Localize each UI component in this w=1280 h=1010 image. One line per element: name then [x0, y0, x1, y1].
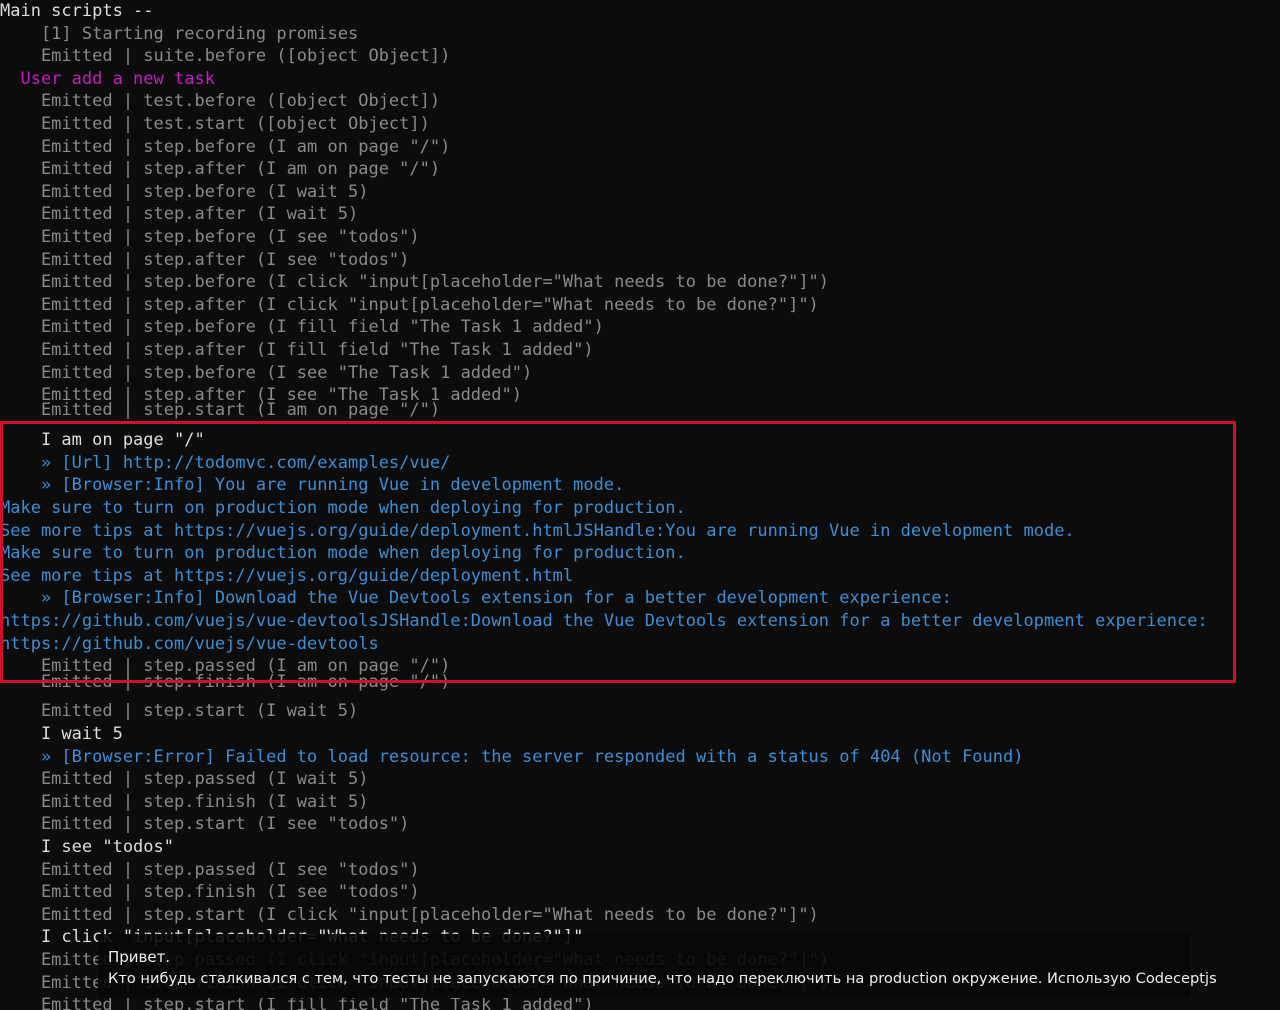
terminal-line: I wait 5	[0, 724, 123, 744]
terminal-output: Main scripts -- [1] Starting recording p…	[0, 0, 1280, 1010]
terminal-line: » [Url] http://todomvc.com/examples/vue/	[0, 452, 451, 473]
terminal-line: Emitted | step.passed (I see "todos")	[0, 859, 420, 880]
terminal-line: I see "todos"	[0, 836, 174, 857]
terminal-line: Emitted | step.finish (I wait 5)	[0, 791, 369, 812]
terminal-line: User add a new task	[0, 68, 215, 89]
terminal-line: I am on page "/"	[0, 430, 205, 451]
terminal-line: Emitted | step.after (I am on page "/")	[0, 159, 441, 180]
terminal-line: Emitted | step.finish (I am on page "/")	[0, 671, 451, 692]
terminal-line: Emitted | suite.before ([object Object])	[0, 46, 451, 67]
terminal-line: » [Browser:Info] Download the Vue Devtoo…	[0, 588, 952, 609]
message-greeting: Привет.	[108, 948, 171, 966]
terminal-line: Make sure to turn on production mode whe…	[0, 498, 686, 519]
terminal-line: Emitted | step.after (I fill field "The …	[0, 339, 594, 360]
terminal-line: Emitted | step.start (I see "todos")	[0, 814, 410, 835]
terminal-line: Main scripts --	[0, 1, 154, 21]
terminal-line: See more tips at https://vuejs.org/guide…	[0, 520, 1075, 541]
terminal-line: Emitted | test.start ([object Object])	[0, 113, 430, 134]
terminal-line: » [Browser:Error] Failed to load resourc…	[0, 746, 1024, 767]
terminal-line: Emitted | step.before (I see "The Task 1…	[0, 362, 533, 383]
terminal-line: Emitted | step.before (I click "input[pl…	[0, 272, 830, 293]
chat-message-overlay: Привет. Кто нибудь сталкивался с тем, чт…	[98, 934, 1217, 998]
terminal-line: Emitted | step.before (I see "todos")	[0, 226, 420, 247]
terminal-line: Emitted | step.after (I wait 5)	[0, 204, 359, 225]
terminal-line: Emitted | step.start (I wait 5)	[0, 701, 359, 722]
terminal-line: Emitted | step.finish (I see "todos")	[0, 882, 420, 903]
terminal-line: Emitted | step.before (I am on page "/")	[0, 136, 451, 157]
terminal-line: Make sure to turn on production mode whe…	[0, 543, 686, 564]
terminal-line: Emitted | step.start (I click "input[pla…	[0, 904, 819, 925]
terminal-line: Emitted | step.before (I fill field "The…	[0, 317, 604, 338]
terminal-line: Emitted | step.start (I am on page "/")	[0, 399, 441, 420]
message-question: Кто нибудь сталкивался с тем, что тесты …	[108, 970, 1217, 987]
terminal-line: Emitted | step.before (I wait 5)	[0, 181, 369, 202]
terminal-line: [1] Starting recording promises	[0, 23, 359, 44]
terminal-line: Emitted | step.passed (I wait 5)	[0, 769, 369, 790]
terminal-line: https://github.com/vuejs/vue-devtools	[0, 633, 379, 654]
terminal-line: https://github.com/vuejs/vue-devtoolsJSH…	[0, 611, 1208, 632]
terminal-line: » [Browser:Info] You are running Vue in …	[0, 475, 625, 496]
terminal-line: See more tips at https://vuejs.org/guide…	[0, 565, 574, 586]
terminal-line: Emitted | step.after (I click "input[pla…	[0, 294, 819, 315]
terminal-line: Emitted | step.after (I see "todos")	[0, 249, 410, 270]
terminal-line: Emitted | test.before ([object Object])	[0, 91, 441, 112]
